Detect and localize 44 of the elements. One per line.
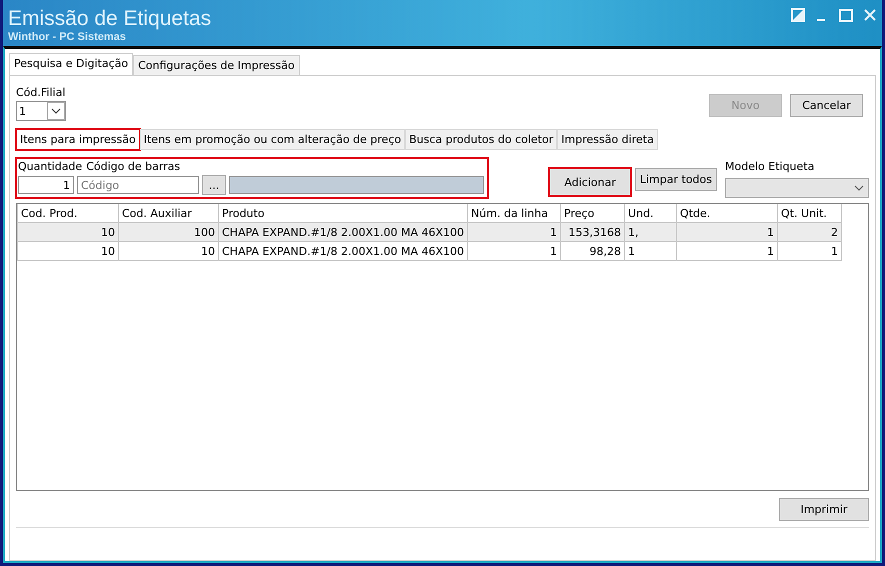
table-cell: 10	[118, 242, 218, 260]
field-label: Quantidade	[18, 160, 82, 173]
tab[interactable]: Pesquisa e Digitação	[9, 53, 134, 76]
table-cell: 153,3168	[560, 222, 625, 242]
quantity-field[interactable]: 1	[18, 176, 74, 194]
field-label: Código de barras	[86, 160, 180, 173]
tab[interactable]: Itens em promoção ou com alteração de preço	[140, 129, 406, 150]
close-icon[interactable]	[863, 8, 877, 22]
table-row[interactable]: 10 10 CHAPA EXPAND.#1/8 2.00X1.00 MA 46X100 1 98,28 1 1 1	[18, 242, 842, 260]
tab[interactable]: Configurações de Impressão	[133, 55, 300, 76]
maximize-icon[interactable]	[839, 8, 853, 22]
cancel-button[interactable]: Cancelar	[790, 94, 863, 117]
chevron-icon	[51, 108, 61, 114]
table-cell: 100	[118, 222, 218, 242]
branch-dropdown[interactable]: 1	[16, 101, 66, 121]
window-title: Emissão de Etiquetas	[8, 7, 212, 31]
table-cell: 1	[468, 242, 561, 260]
table-cell: CHAPA EXPAND.#1/8 2.00X1.00 MA 46X100	[218, 222, 468, 242]
table-cell: 98,28	[560, 242, 625, 260]
table-cell: 10	[18, 242, 118, 260]
field-label: Modelo Etiqueta	[725, 160, 816, 173]
table-cell: 1	[778, 242, 842, 260]
restore-icon[interactable]	[791, 8, 805, 22]
tab[interactable]: Itens para impressão	[16, 129, 140, 150]
table-cell: 10	[18, 222, 118, 242]
add-button[interactable]: Adicionar	[549, 168, 631, 196]
label-model-dropdown[interactable]	[725, 178, 869, 198]
barcode-field[interactable]: Código	[77, 176, 199, 194]
tab[interactable]: Busca produtos do coletor	[405, 129, 558, 150]
table-row[interactable]: 10 100 CHAPA EXPAND.#1/8 2.00X1.00 MA 46X100 1 153,3168 1, 1 2	[18, 222, 842, 242]
table-cell: 2	[778, 222, 842, 242]
chevron-icon	[854, 185, 864, 191]
clear-all-button[interactable]: Limpar todos	[634, 168, 717, 191]
window-subtitle: Winthor - PC Sistemas	[8, 31, 127, 43]
table-cell: 1	[676, 222, 778, 242]
table-cell: 1	[468, 222, 561, 242]
table-cell: CHAPA EXPAND.#1/8 2.00X1.00 MA 46X100	[218, 242, 468, 260]
tab[interactable]: Impressão direta	[557, 129, 658, 150]
print-button[interactable]: Imprimir	[779, 498, 869, 521]
table-cell: 1	[624, 242, 677, 260]
table-cell: 1	[676, 242, 778, 260]
field-label: Cód.Filial	[16, 86, 66, 99]
table-cell: 1,	[624, 222, 677, 242]
browse-button[interactable]: ...	[202, 175, 226, 195]
